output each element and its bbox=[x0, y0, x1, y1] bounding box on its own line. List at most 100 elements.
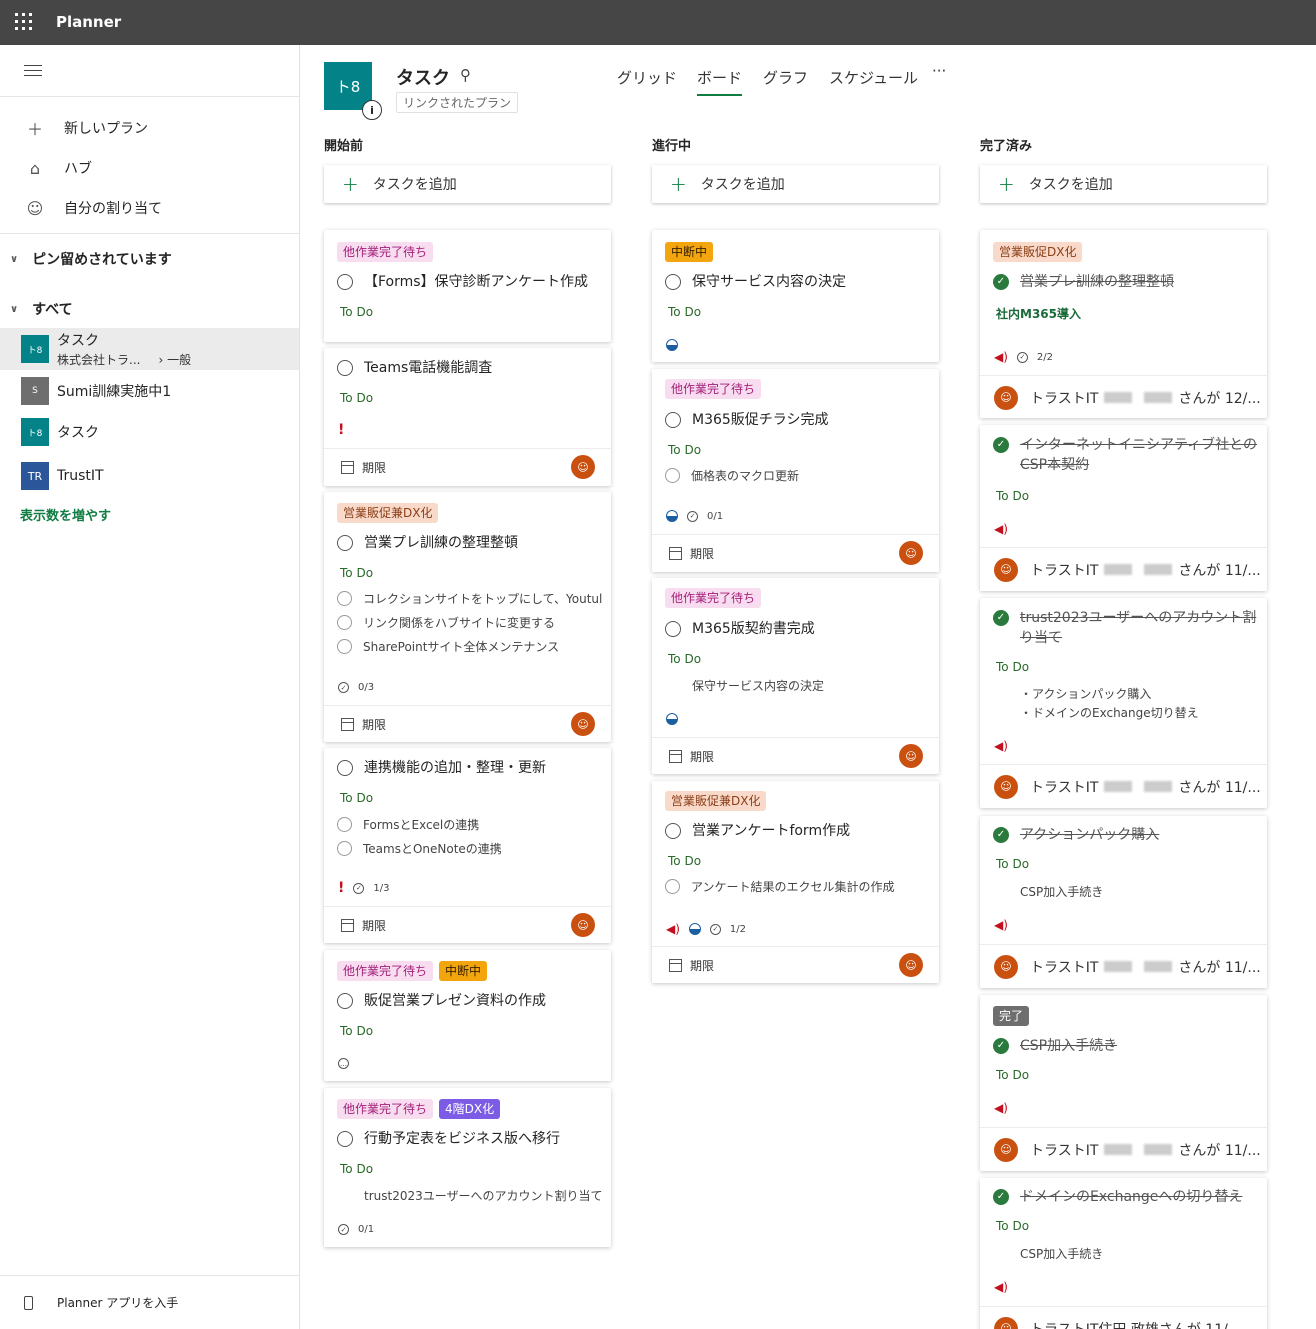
app-launcher-icon[interactable] bbox=[15, 13, 33, 31]
task-card[interactable]: 完了 ✓ CSP加入手続き To Do ◀) ☺ トラストIT さんが 11/... bbox=[980, 995, 1267, 1171]
plus-icon: + bbox=[670, 172, 687, 196]
checklist-item[interactable]: FormsとExcelの連携 bbox=[337, 816, 602, 833]
complete-checkbox[interactable] bbox=[337, 535, 353, 551]
add-task-button[interactable]: + タスクを追加 bbox=[980, 165, 1267, 203]
task-card[interactable]: 他作業完了待ち M365版契約書完成 To Do 保守サービス内容の決定 期限 … bbox=[652, 578, 939, 774]
task-card[interactable]: 営業販促兼DX化 営業アンケートform作成 To Do アンケート結果のエクセ… bbox=[652, 781, 939, 983]
checklist-checkbox[interactable] bbox=[665, 468, 680, 483]
checklist-item[interactable]: アンケート結果のエクセル集計の作成 bbox=[665, 878, 930, 895]
checklist-item[interactable]: SharePointサイト全体メンテナンス bbox=[337, 638, 602, 655]
checklist-checkbox[interactable] bbox=[337, 615, 352, 630]
task-note: CSP加入手続き bbox=[1020, 885, 1104, 899]
hub-link[interactable]: ⌂ ハブ bbox=[24, 156, 92, 180]
checklist-checkbox[interactable] bbox=[337, 639, 352, 654]
avatar[interactable]: ☺ bbox=[994, 954, 1018, 979]
checklist-item[interactable]: 価格表のマクロ更新 bbox=[665, 467, 930, 484]
complete-checkbox[interactable] bbox=[665, 823, 681, 839]
task-card[interactable]: ✓ trust2023ユーザーへのアカウント割り当て To Do ・アクションパッ… bbox=[980, 598, 1267, 808]
complete-checkbox[interactable] bbox=[337, 993, 353, 1009]
task-card[interactable]: Teams電話機能調査 To Do ! 期限 ☺ bbox=[324, 348, 611, 486]
task-card[interactable]: ✓ ドメインのExchangeへの切り替え To Do CSP加入手続き ◀) ☺… bbox=[980, 1178, 1267, 1329]
plan-item-task[interactable]: ト8 タスク 株式会社トラ... › 一般 bbox=[0, 328, 299, 370]
plan-item-trustit[interactable]: TR TrustIT bbox=[0, 455, 299, 497]
checklist-checkbox[interactable] bbox=[337, 817, 352, 832]
complete-checkbox[interactable] bbox=[337, 360, 353, 376]
due-date-button[interactable]: 期限 bbox=[652, 534, 939, 572]
complete-checkbox[interactable] bbox=[665, 412, 681, 428]
task-card[interactable]: 営業販促兼DX化 営業プレ訓練の整理整頓 To Do コレクションサイトをトップ… bbox=[324, 492, 611, 742]
info-icon[interactable]: i bbox=[362, 100, 382, 120]
plan-item-sumi[interactable]: S Sumi訓練実施中1 bbox=[0, 370, 299, 412]
avatar[interactable]: ☺ bbox=[899, 744, 923, 768]
checklist-item[interactable]: コレクションサイトをトップにして、Youtul bbox=[337, 590, 602, 607]
avatar[interactable]: ☺ bbox=[571, 712, 595, 736]
completed-check-icon[interactable]: ✓ bbox=[993, 437, 1009, 453]
pin-icon[interactable]: ⚲ bbox=[460, 66, 471, 84]
task-title: 【Forms】保守診断アンケート作成 bbox=[364, 274, 588, 290]
hamburger-menu-icon[interactable] bbox=[24, 65, 42, 79]
task-card[interactable]: 中断中 保守サービス内容の決定 To Do bbox=[652, 230, 939, 362]
task-card[interactable]: 他作業完了待ち 4階DX化 行動予定表をビジネス版へ移行 To Do trust2… bbox=[324, 1088, 611, 1247]
task-card[interactable]: 連携機能の追加・整理・更新 To Do FormsとExcelの連携 Teams… bbox=[324, 748, 611, 943]
completed-check-icon[interactable]: ✓ bbox=[993, 1038, 1009, 1054]
column-header-in-progress[interactable]: 進行中 bbox=[652, 135, 691, 154]
due-date-button[interactable]: 期限 bbox=[324, 448, 611, 486]
task-card[interactable]: 他作業完了待ち M365販促チラシ完成 To Do 価格表のマクロ更新 ✓ 0/1… bbox=[652, 369, 939, 572]
pinned-section[interactable]: ∨ ピン留めされています bbox=[10, 249, 172, 269]
tab-board[interactable]: ボード bbox=[697, 67, 743, 96]
due-date-button[interactable]: 期限 bbox=[652, 737, 939, 775]
completed-check-icon[interactable]: ✓ bbox=[993, 274, 1009, 290]
column-header-completed[interactable]: 完了済み bbox=[980, 135, 1032, 154]
avatar[interactable]: ☺ bbox=[899, 541, 923, 565]
avatar[interactable]: ☺ bbox=[994, 385, 1018, 410]
checklist-checkbox[interactable] bbox=[337, 591, 352, 606]
avatar[interactable]: ☺ bbox=[994, 557, 1018, 582]
complete-checkbox[interactable] bbox=[665, 274, 681, 290]
plan-item-task-2[interactable]: ト8 タスク bbox=[0, 411, 299, 453]
avatar[interactable]: ☺ bbox=[571, 455, 595, 479]
checklist-checkbox[interactable] bbox=[665, 879, 680, 894]
due-date-button[interactable]: 期限 bbox=[324, 705, 611, 743]
avatar[interactable]: ☺ bbox=[994, 1316, 1018, 1329]
task-card[interactable]: 他作業完了待ち 中断中 販促営業プレゼン資料の作成 To Do … bbox=[324, 950, 611, 1081]
progress-status: To Do bbox=[668, 652, 702, 666]
plan-icon: ト8 bbox=[21, 335, 49, 363]
add-task-button[interactable]: + タスクを追加 bbox=[652, 165, 939, 203]
due-date-button[interactable]: 期限 bbox=[324, 906, 611, 944]
task-card[interactable]: 他作業完了待ち 【Forms】保守診断アンケート作成 To Do bbox=[324, 230, 611, 342]
avatar[interactable]: ☺ bbox=[571, 913, 595, 937]
checklist-item[interactable]: リンク関係をハブサイトに変更する bbox=[337, 614, 602, 631]
more-options-icon[interactable]: ··· bbox=[932, 62, 946, 80]
my-assignments-link[interactable]: ☺ 自分の割り当て bbox=[24, 196, 162, 220]
checklist-item[interactable]: TeamsとOneNoteの連携 bbox=[337, 840, 602, 857]
all-section[interactable]: ∨ すべて bbox=[10, 299, 73, 319]
complete-checkbox[interactable] bbox=[337, 760, 353, 776]
tab-chart[interactable]: グラフ bbox=[763, 67, 808, 88]
complete-checkbox[interactable] bbox=[337, 1131, 353, 1147]
plus-icon: ＋ bbox=[26, 120, 43, 139]
avatar[interactable]: ☺ bbox=[994, 1137, 1018, 1162]
checklist-checkbox[interactable] bbox=[337, 841, 352, 856]
task-note: CSP加入手続き bbox=[1020, 1247, 1104, 1261]
add-task-button[interactable]: + タスクを追加 bbox=[324, 165, 611, 203]
column-header-not-started[interactable]: 開始前 bbox=[324, 135, 363, 154]
new-plan-button[interactable]: ＋新しいプラン bbox=[24, 116, 148, 140]
tab-schedule[interactable]: スケジュール bbox=[829, 67, 918, 88]
get-app-link[interactable]: Planner アプリを入手 bbox=[0, 1275, 299, 1329]
complete-checkbox[interactable] bbox=[665, 621, 681, 637]
completed-check-icon[interactable]: ✓ bbox=[993, 610, 1009, 626]
tab-grid[interactable]: グリッド bbox=[617, 67, 677, 88]
plan-icon: TR bbox=[21, 462, 49, 490]
due-date-button[interactable]: 期限 bbox=[652, 946, 939, 984]
avatar[interactable]: ☺ bbox=[994, 774, 1018, 799]
show-more-link[interactable]: 表示数を増やす bbox=[20, 505, 111, 524]
task-card[interactable]: ✓ インターネットイニシアティブ社とのCSP本契約 To Do ◀) ☺ トラストI… bbox=[980, 425, 1267, 591]
app-title[interactable]: Planner bbox=[56, 13, 121, 31]
complete-checkbox[interactable] bbox=[337, 274, 353, 290]
linked-plan-badge[interactable]: リンクされたプラン bbox=[396, 92, 519, 113]
task-card[interactable]: ✓ アクションパック購入 To Do CSP加入手続き ◀) ☺ トラストIT さんが… bbox=[980, 816, 1267, 988]
task-card[interactable]: 営業販促DX化 ✓ 営業プレ訓練の整理整頓 社内M365導入 ◀) ✓ 2/2 ☺ トラ… bbox=[980, 230, 1267, 418]
avatar[interactable]: ☺ bbox=[899, 953, 923, 977]
completed-check-icon[interactable]: ✓ bbox=[993, 1189, 1009, 1205]
completed-check-icon[interactable]: ✓ bbox=[993, 827, 1009, 843]
